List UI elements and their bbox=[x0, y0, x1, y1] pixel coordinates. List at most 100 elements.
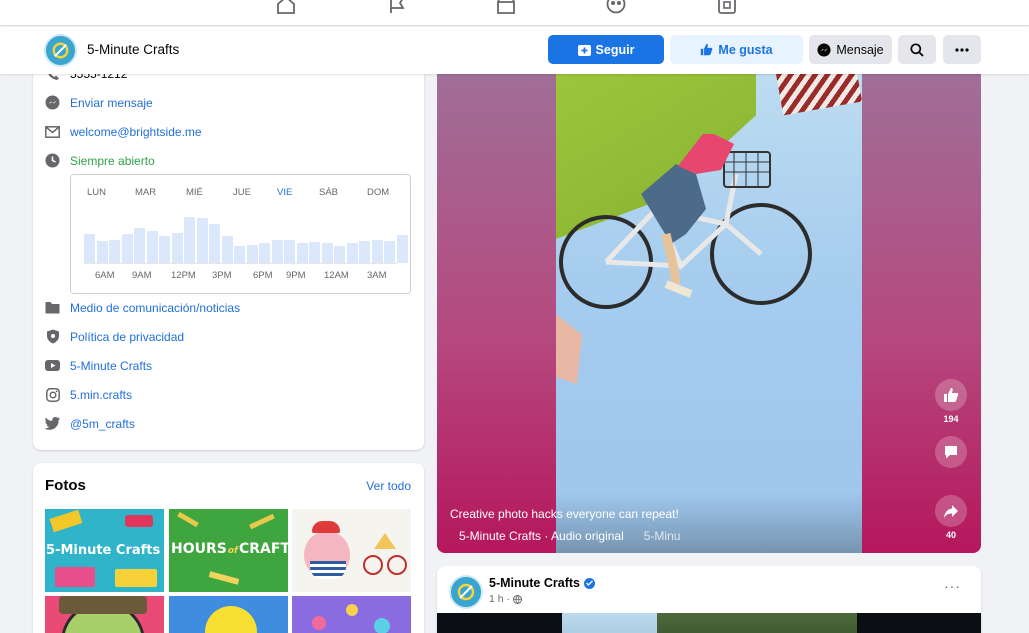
home-icon[interactable] bbox=[275, 0, 297, 14]
time-label-5: 9PM bbox=[286, 270, 306, 281]
youtube-icon bbox=[45, 358, 60, 373]
post-author-avatar[interactable] bbox=[449, 575, 483, 609]
day-label-3[interactable]: JUE bbox=[233, 187, 251, 198]
activity-bar bbox=[359, 241, 370, 263]
hours-row[interactable]: Siempre abierto bbox=[45, 153, 155, 168]
page-title[interactable]: 5-Minute Crafts bbox=[87, 42, 179, 57]
post-card: 5-Minute Crafts 1 h · ··· bbox=[437, 566, 981, 633]
bike-wheel bbox=[363, 555, 383, 575]
post-author[interactable]: 5-Minute Crafts bbox=[489, 576, 595, 590]
tool-shape bbox=[208, 571, 240, 585]
like-page-button[interactable]: Me gusta bbox=[670, 35, 803, 64]
send-message-link[interactable]: Enviar mensaje bbox=[70, 96, 153, 110]
share-action-button[interactable] bbox=[935, 495, 967, 527]
like-label: Me gusta bbox=[718, 42, 773, 57]
message-button[interactable]: Mensaje bbox=[809, 35, 892, 64]
photo-thumb-4[interactable] bbox=[45, 596, 164, 633]
block-shape bbox=[55, 567, 95, 587]
youtube-row[interactable]: 5-Minute Crafts bbox=[45, 358, 152, 373]
flag-shape bbox=[776, 74, 862, 116]
baguette-basket bbox=[374, 533, 396, 549]
media-sky bbox=[562, 613, 662, 633]
photo-thumb-5[interactable] bbox=[169, 596, 288, 633]
message-label: Mensaje bbox=[836, 42, 884, 57]
instagram-row[interactable]: 5.min.crafts bbox=[45, 387, 132, 402]
activity-bar bbox=[246, 245, 258, 263]
post-options-button[interactable]: ··· bbox=[944, 578, 961, 594]
activity-bar bbox=[134, 228, 145, 263]
gaming-icon[interactable] bbox=[716, 0, 738, 14]
email-link[interactable]: welcome@brightside.me bbox=[70, 125, 202, 139]
photos-see-all-link[interactable]: Ver todo bbox=[366, 479, 411, 493]
post-media[interactable] bbox=[437, 613, 981, 633]
activity-bar bbox=[321, 243, 333, 263]
top-navigation bbox=[0, 0, 1029, 26]
activity-bar bbox=[309, 242, 320, 263]
twitter-row[interactable]: @5m_crafts bbox=[45, 416, 135, 431]
block-shape bbox=[115, 569, 157, 587]
day-label-6[interactable]: DOM bbox=[367, 187, 389, 198]
page-avatar[interactable] bbox=[44, 34, 77, 67]
day-label-0[interactable]: LUN bbox=[87, 187, 106, 198]
time-label-2: 12PM bbox=[171, 270, 196, 281]
verified-badge-icon bbox=[583, 577, 595, 589]
instagram-link[interactable]: 5.min.crafts bbox=[70, 388, 132, 402]
photo-thumb-2[interactable]: HOURSofCRAFTS bbox=[169, 509, 288, 592]
email-row[interactable]: welcome@brightside.me bbox=[45, 124, 202, 139]
video-frame[interactable] bbox=[556, 74, 862, 553]
groups-icon[interactable] bbox=[605, 0, 627, 14]
day-label-1[interactable]: MAR bbox=[135, 187, 156, 198]
activity-bar bbox=[334, 246, 345, 263]
activity-bar bbox=[84, 234, 95, 263]
time-label-4: 6PM bbox=[253, 270, 273, 281]
activity-bar bbox=[371, 240, 383, 263]
video-audio-label[interactable]: 5-Minute Crafts · Audio original 5-Minu bbox=[459, 529, 680, 543]
twitter-link[interactable]: @5m_crafts bbox=[70, 417, 135, 431]
photo-thumb-6[interactable] bbox=[292, 596, 411, 633]
privacy-link[interactable]: Política de privacidad bbox=[70, 330, 184, 344]
activity-bar bbox=[234, 246, 245, 263]
more-options-button[interactable] bbox=[943, 35, 981, 64]
post-time[interactable]: 1 h · bbox=[489, 593, 510, 605]
flag-icon[interactable] bbox=[386, 0, 408, 14]
video-player[interactable]: 194 40 Creative photo hacks everyone can… bbox=[437, 74, 981, 553]
search-button[interactable] bbox=[898, 35, 936, 64]
media-trees bbox=[657, 613, 857, 633]
privacy-row[interactable]: Política de privacidad bbox=[45, 329, 184, 344]
day-label-5[interactable]: SÁB bbox=[319, 187, 338, 198]
thumb-title: HOURSofCRAFTS bbox=[171, 541, 288, 557]
share-icon bbox=[944, 505, 958, 518]
photo-thumb-1[interactable]: 5-Minute Crafts bbox=[45, 509, 164, 592]
activity-bar bbox=[171, 233, 183, 263]
follow-label: Seguir bbox=[595, 42, 635, 57]
time-label-0: 6AM bbox=[95, 270, 115, 281]
day-label-2[interactable]: MIÉ bbox=[186, 187, 203, 198]
activity-bar bbox=[396, 235, 408, 263]
youtube-link[interactable]: 5-Minute Crafts bbox=[70, 359, 152, 373]
comment-action-button[interactable] bbox=[935, 436, 967, 468]
follow-button[interactable]: Seguir bbox=[548, 35, 664, 64]
day-label-4[interactable]: VIE bbox=[277, 187, 292, 198]
photo-thumb-3[interactable] bbox=[292, 509, 411, 592]
activity-bar bbox=[184, 217, 195, 263]
marketplace-icon[interactable] bbox=[495, 0, 517, 14]
character-hair bbox=[59, 596, 147, 614]
post-meta: 1 h · bbox=[489, 593, 523, 605]
thumb-title: 5-Minute Crafts bbox=[46, 543, 161, 558]
category-row[interactable]: Medio de comunicación/noticias bbox=[45, 300, 240, 315]
comment-icon bbox=[945, 446, 957, 459]
hours-status[interactable]: Siempre abierto bbox=[70, 154, 155, 168]
hat-shape bbox=[312, 521, 340, 533]
shield-icon bbox=[45, 329, 60, 344]
category-link[interactable]: Medio de comunicación/noticias bbox=[70, 301, 240, 315]
messenger-icon bbox=[817, 42, 831, 57]
hours-axis bbox=[84, 263, 397, 264]
send-message-row[interactable]: Enviar mensaje bbox=[45, 95, 153, 110]
activity-bar bbox=[271, 240, 283, 263]
activity-bar bbox=[209, 224, 220, 263]
activity-bar bbox=[259, 243, 270, 263]
pin-shape bbox=[346, 604, 358, 616]
page-info-card: 5555-1212 Enviar mensaje welcome@brights… bbox=[33, 40, 424, 450]
like-action-button[interactable] bbox=[935, 379, 967, 411]
twitter-icon bbox=[45, 416, 60, 431]
